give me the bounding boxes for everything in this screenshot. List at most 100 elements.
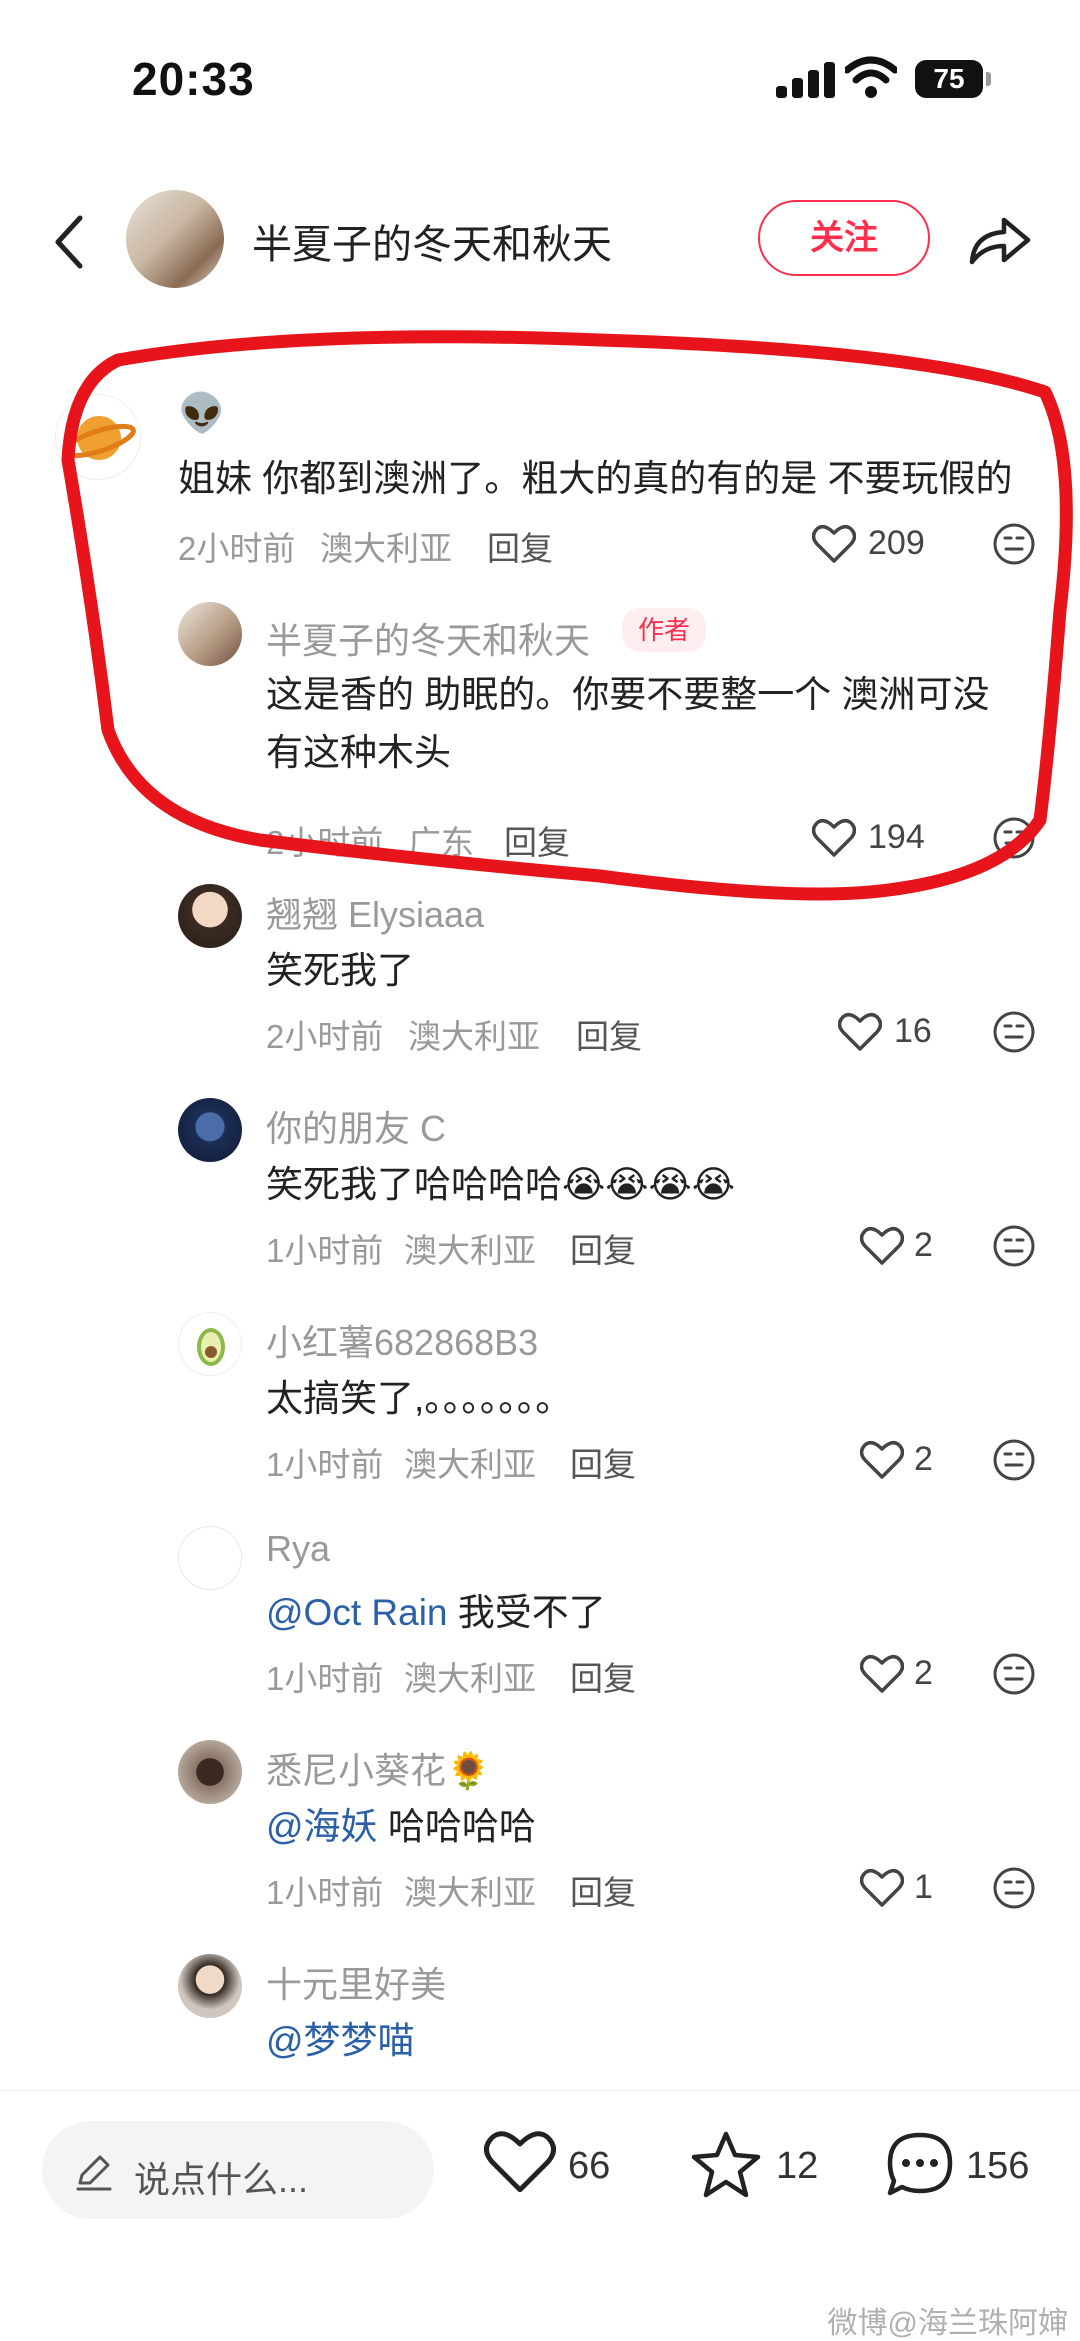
- commenter-avatar[interactable]: [55, 394, 141, 480]
- like-button[interactable]: 2: [860, 1436, 950, 1486]
- reply-button[interactable]: 回复: [487, 522, 553, 570]
- comment-item: 翘翘 Elysiaaa 笑死我了 2小时前 澳大利亚 回复 16: [0, 876, 1080, 1090]
- avocado-icon: [197, 1328, 225, 1366]
- comment-time: 2小时前: [266, 824, 384, 861]
- comment-text: 笑死我了哈哈哈哈😭😭😭😭: [266, 1164, 735, 1205]
- like-button[interactable]: 194: [812, 814, 942, 864]
- like-button[interactable]: 1: [860, 1864, 950, 1914]
- heart-icon: [860, 1227, 904, 1265]
- heart-icon: [860, 1441, 904, 1479]
- commenter-avatar[interactable]: [178, 1312, 242, 1376]
- share-icon[interactable]: [964, 210, 1034, 270]
- emoji-reaction-icon[interactable]: [992, 1866, 1036, 1910]
- comment-text: @海妖 哈哈哈哈: [266, 1798, 1026, 1856]
- star-icon: [691, 2131, 761, 2198]
- author-badge: 作者: [622, 608, 707, 652]
- like-button[interactable]: 2: [860, 1650, 950, 1700]
- comment-text: @Oct Rain 我受不了: [266, 1584, 1026, 1642]
- comment-location: 澳大利亚: [404, 1874, 536, 1911]
- reply-button[interactable]: 回复: [570, 1438, 636, 1486]
- comment-text-body: 我受不了: [447, 1592, 606, 1633]
- mention-link[interactable]: @梦梦喵: [266, 2020, 415, 2061]
- comment-text: 笑死我了: [266, 950, 414, 991]
- comment-text: @梦梦喵: [266, 2012, 1026, 2070]
- comment-location: 澳大利亚: [404, 1446, 536, 1483]
- commenter-name[interactable]: 十元里好美: [266, 1956, 446, 2008]
- like-count: 2: [914, 1654, 933, 1692]
- emoji-reaction-icon[interactable]: [992, 1010, 1036, 1054]
- comment-text: 太搞笑了,。。。。。。。: [266, 1378, 573, 1419]
- commenter-name[interactable]: 翘翘 Elysiaaa: [266, 886, 484, 938]
- reply-button[interactable]: 回复: [504, 816, 570, 864]
- commenter-name[interactable]: 半夏子的冬天和秋天: [266, 612, 590, 664]
- heart-icon: [860, 1655, 904, 1693]
- battery-tip: [986, 72, 991, 86]
- like-count: 16: [894, 1012, 932, 1050]
- author-avatar[interactable]: [126, 190, 224, 288]
- emoji-reaction-icon[interactable]: [992, 816, 1036, 860]
- comment-input-placeholder: 说点什么...: [134, 2159, 309, 2200]
- heart-icon: [838, 1013, 882, 1051]
- planet-icon: [62, 416, 136, 460]
- commenter-avatar[interactable]: [178, 884, 242, 948]
- commenter-avatar[interactable]: [178, 1526, 242, 1590]
- emoji-reaction-icon[interactable]: [992, 1652, 1036, 1696]
- commenter-name[interactable]: Rya: [266, 1528, 330, 1570]
- comment-button[interactable]: 156: [884, 2129, 1044, 2209]
- like-button[interactable]: 16: [838, 1008, 948, 1058]
- bottom-action-bar: 说点什么... 66 12 156: [0, 2090, 1080, 2280]
- like-count: 2: [914, 1440, 933, 1478]
- commenter-name[interactable]: 👽: [178, 392, 225, 436]
- mention-link[interactable]: @海妖: [266, 1806, 378, 1847]
- reply-button[interactable]: 回复: [570, 1224, 636, 1272]
- comment-item: 小红薯682868B3 太搞笑了,。。。。。。。 1小时前 澳大利亚 回复 2: [0, 1304, 1080, 1518]
- commenter-name[interactable]: 悉尼小葵花🌻: [266, 1742, 491, 1794]
- collect-button[interactable]: 12: [690, 2129, 820, 2209]
- emoji-reaction-icon[interactable]: [992, 1224, 1036, 1268]
- comment-item: 你的朋友 C 笑死我了哈哈哈哈😭😭😭😭 1小时前 澳大利亚 回复 2: [0, 1090, 1080, 1304]
- comment-input[interactable]: 说点什么...: [42, 2121, 434, 2219]
- reply-button[interactable]: 回复: [576, 1010, 642, 1058]
- heart-icon: [812, 525, 856, 563]
- commenter-avatar[interactable]: [178, 1954, 242, 2018]
- emoji-reaction-icon[interactable]: [992, 1438, 1036, 1482]
- like-post-button[interactable]: 66: [484, 2129, 624, 2209]
- comment-location: 澳大利亚: [404, 1232, 536, 1269]
- like-button[interactable]: 209: [812, 520, 942, 570]
- commenter-avatar[interactable]: [178, 1740, 242, 1804]
- like-button[interactable]: 2: [860, 1222, 950, 1272]
- header: 半夏子的冬天和秋天 关注: [0, 180, 1080, 300]
- comment-item: Rya @Oct Rain 我受不了 1小时前 澳大利亚 回复 2: [0, 1518, 1080, 1732]
- status-bar: 20:33 75: [0, 0, 1080, 150]
- commenter-name[interactable]: 你的朋友 C: [266, 1100, 446, 1152]
- comment-time: 1小时前: [266, 2080, 383, 2090]
- comment-time: 1小时前: [266, 1232, 384, 1269]
- follow-button[interactable]: 关注: [758, 200, 930, 276]
- status-time: 20:33: [132, 53, 255, 105]
- reply-button[interactable]: 回复: [570, 1652, 636, 1700]
- comment-location: 澳大利亚: [408, 1018, 540, 1055]
- author-name[interactable]: 半夏子的冬天和秋天: [252, 212, 612, 270]
- comment-bubble-icon: [887, 2132, 953, 2196]
- comment-location: 澳大利亚: [320, 530, 452, 567]
- reply-button[interactable]: 回复: [570, 2080, 636, 2090]
- pencil-icon: [76, 2155, 112, 2191]
- commenter-avatar[interactable]: [178, 1098, 242, 1162]
- heart-icon: [812, 819, 856, 857]
- emoji-reaction-icon[interactable]: [992, 522, 1036, 566]
- comment-time: 2小时前: [266, 1018, 384, 1055]
- comment-location: 爱尔兰: [404, 2080, 503, 2090]
- commenter-name[interactable]: 小红薯682868B3: [266, 1314, 538, 1366]
- comment-location: 广东: [408, 824, 474, 861]
- comment-list: 👽 姐妹 你都到澳洲了。粗大的真的有的是 不要玩假的 2小时前 澳大利亚 回复 …: [0, 300, 1080, 2090]
- collect-count: 12: [776, 2145, 819, 2187]
- reply-button[interactable]: 回复: [570, 1866, 636, 1914]
- mention-link[interactable]: @Oct Rain: [266, 1592, 448, 1633]
- like-count: 2: [914, 1226, 933, 1264]
- comment-text-body: 哈哈哈哈: [377, 1806, 536, 1847]
- commenter-avatar[interactable]: [178, 602, 242, 666]
- comment-location: 澳大利亚: [404, 1660, 536, 1697]
- back-arrow-icon[interactable]: [46, 212, 90, 272]
- like-count: 209: [868, 524, 925, 562]
- battery-icon: 75: [915, 60, 983, 98]
